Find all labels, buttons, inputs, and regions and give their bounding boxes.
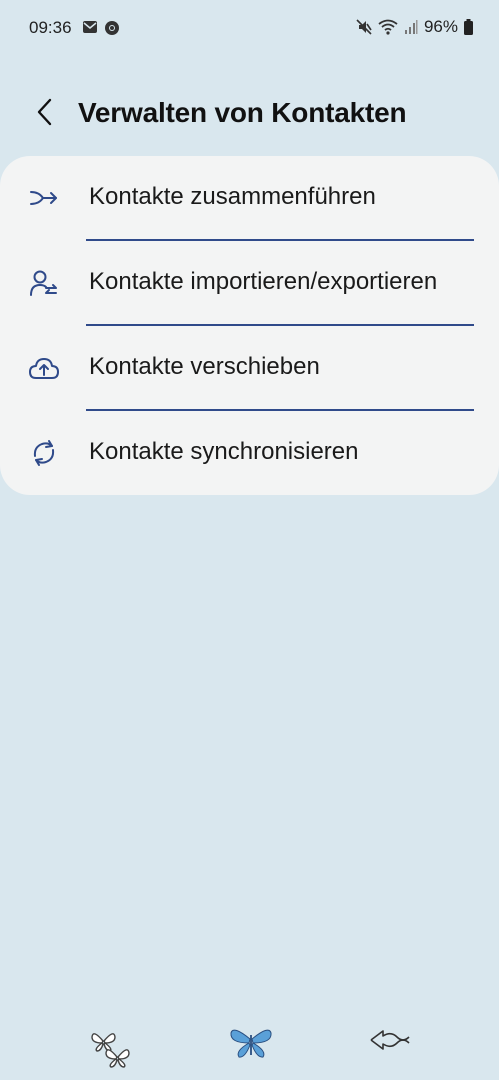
battery-percent: 96% [423,17,458,36]
butterfly-icon [230,1029,272,1058]
menu-item-move-contacts[interactable]: Kontakte verschieben [0,326,499,410]
notification-icons [82,20,120,36]
mute-icon [356,19,372,35]
chevron-left-icon [37,98,52,126]
wifi-icon [378,19,398,35]
menu-item-label: Kontakte zusammenführen [89,183,376,210]
import-export-icon [28,269,60,297]
status-bar: 09:36 96% [0,0,499,58]
email-icon [83,21,97,33]
menu-item-label: Kontakte synchronisieren [89,438,359,465]
back-arrow-icon [370,1030,410,1050]
menu-item-merge-contacts[interactable]: Kontakte zusammenführen [0,156,499,240]
back-nav-button[interactable] [369,1025,413,1060]
signal-icon [404,20,418,34]
cloud-upload-icon [28,354,60,382]
menu-item-label: Kontakte importieren/exportieren [89,268,438,295]
menu-item-sync-contacts[interactable]: Kontakte synchronisieren [0,411,499,495]
recent-apps-button[interactable] [88,1025,136,1076]
status-time: 09:36 [29,18,72,37]
butterflies-outline-icon [91,1033,130,1068]
sync-icon [28,439,60,467]
menu-card: Kontakte zusammenführen Kontakte importi… [0,156,499,495]
navigation-bar [0,1020,499,1080]
status-right: 96% [356,17,473,37]
menu-item-label: Kontakte verschieben [89,353,320,380]
chrome-icon [105,21,119,35]
battery-icon [464,19,473,35]
header: Verwalten von Kontakten [0,80,499,146]
page-title: Verwalten von Kontakten [78,97,407,128]
back-button[interactable] [28,96,60,128]
home-button[interactable] [229,1025,273,1066]
merge-icon [28,184,60,212]
menu-item-import-export-contacts[interactable]: Kontakte importieren/exportieren [0,241,499,325]
